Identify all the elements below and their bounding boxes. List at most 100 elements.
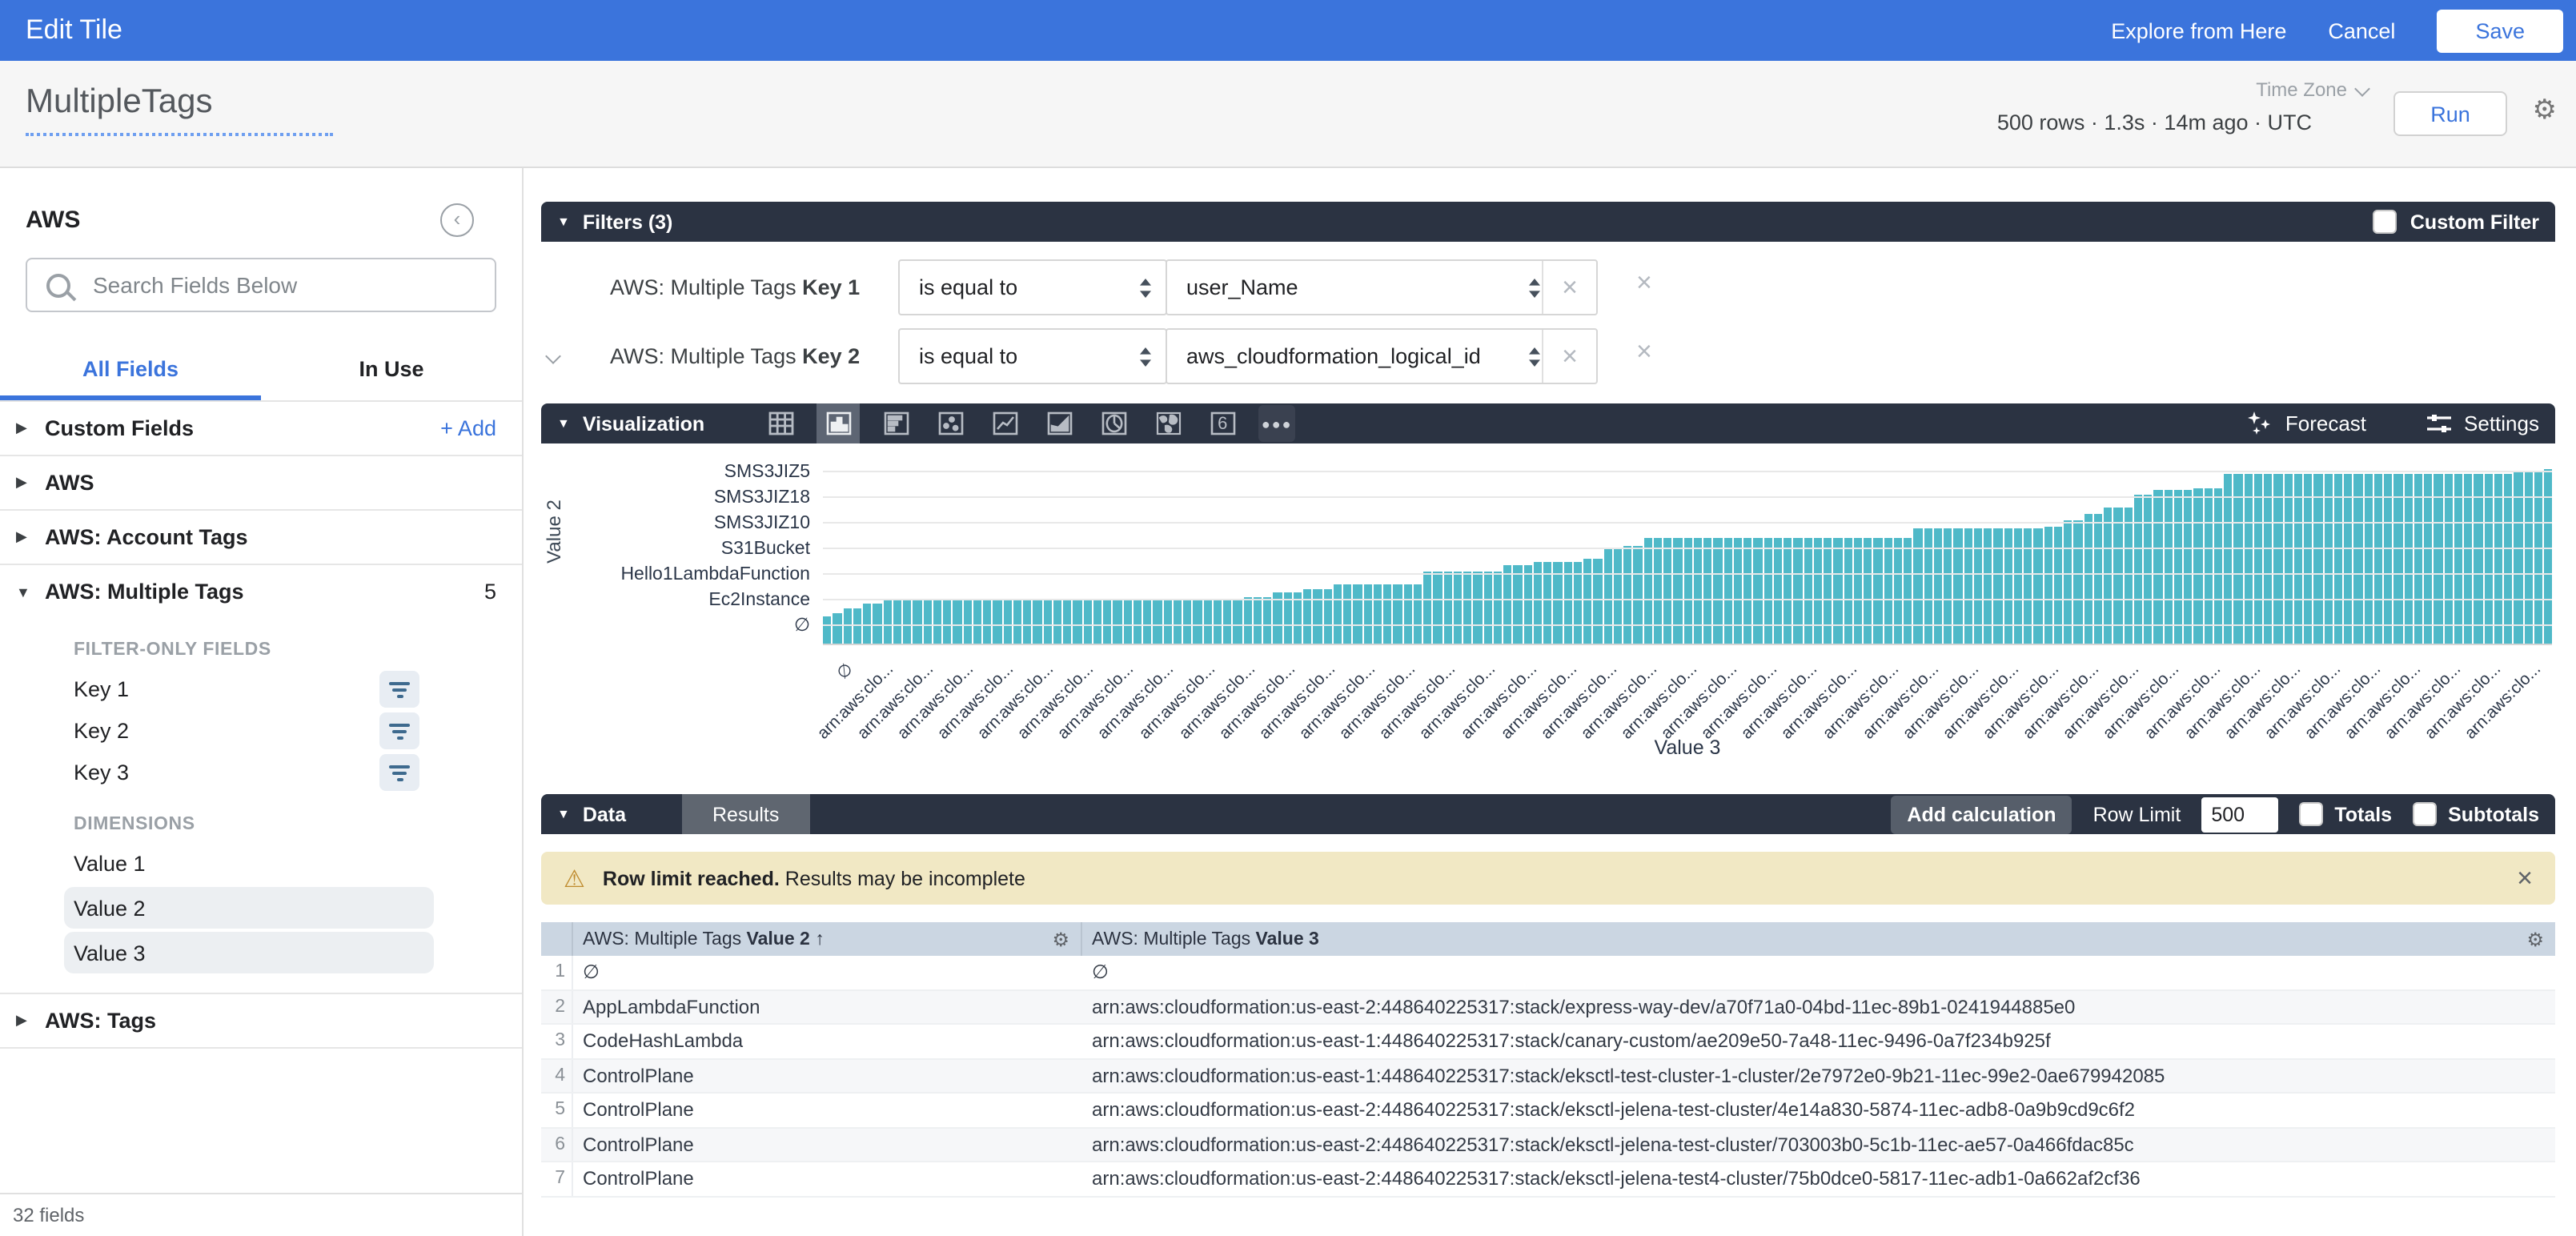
- bar[interactable]: [1463, 572, 1472, 644]
- clear-value-icon[interactable]: ×: [1542, 330, 1596, 383]
- bar[interactable]: [1334, 585, 1342, 644]
- bar[interactable]: [1674, 538, 1683, 644]
- bar[interactable]: [2354, 474, 2363, 644]
- bar[interactable]: [2534, 472, 2543, 644]
- bar[interactable]: [1483, 572, 1492, 644]
- bar[interactable]: [1723, 538, 1732, 644]
- bar[interactable]: [1694, 538, 1703, 644]
- bar[interactable]: [833, 613, 842, 644]
- pie-chart-icon[interactable]: [1095, 405, 1132, 442]
- bar[interactable]: [1013, 600, 1022, 644]
- bar[interactable]: [1033, 600, 1042, 644]
- bar[interactable]: [1474, 572, 1483, 644]
- bar[interactable]: [1924, 528, 1932, 644]
- filter-operator-select[interactable]: is equal to: [898, 328, 1167, 384]
- bar[interactable]: [1053, 600, 1062, 644]
- bar[interactable]: [2454, 474, 2463, 644]
- scatter-chart-icon[interactable]: [932, 405, 969, 442]
- bar[interactable]: [1834, 538, 1843, 644]
- bar[interactable]: [1874, 538, 1883, 644]
- bar[interactable]: [973, 600, 982, 644]
- bar[interactable]: [1583, 558, 1592, 644]
- bar[interactable]: [1934, 528, 1943, 644]
- bar[interactable]: [923, 600, 932, 644]
- bar[interactable]: [1263, 596, 1272, 644]
- forecast-button[interactable]: Forecast: [2249, 411, 2366, 435]
- bar[interactable]: [2474, 474, 2483, 644]
- bar[interactable]: [1063, 600, 1072, 644]
- more-chart-types-icon[interactable]: ●●●: [1258, 405, 1295, 442]
- bar[interactable]: [1343, 585, 1352, 644]
- bar[interactable]: [2374, 474, 2383, 644]
- bar[interactable]: [1403, 585, 1412, 644]
- bar[interactable]: [1954, 528, 1963, 644]
- bar[interactable]: [1754, 538, 1763, 644]
- field-value-3[interactable]: Value 3: [64, 932, 434, 973]
- bar-chart-icon[interactable]: [817, 403, 860, 443]
- sidebar-section-custom-fields[interactable]: ▶ Custom Fields + Add: [0, 402, 522, 456]
- bar[interactable]: [2384, 474, 2393, 644]
- bar[interactable]: [1784, 538, 1792, 644]
- filter-value-select[interactable]: aws_cloudformation_logical_id ×: [1166, 328, 1598, 384]
- column-gear-icon[interactable]: ⚙: [2526, 928, 2544, 950]
- bar[interactable]: [1914, 528, 1923, 644]
- data-header-bar[interactable]: ▼ Data Results Add calculation Row Limit…: [541, 794, 2555, 834]
- dismiss-warning-icon[interactable]: ×: [2517, 862, 2533, 894]
- bar[interactable]: [2024, 528, 2032, 644]
- bar[interactable]: [2434, 474, 2443, 644]
- bar[interactable]: [1174, 600, 1182, 644]
- bar[interactable]: [2034, 528, 2043, 644]
- bar[interactable]: [1514, 566, 1523, 644]
- bar[interactable]: [2144, 494, 2153, 644]
- bar[interactable]: [893, 600, 902, 644]
- filter-icon[interactable]: [379, 671, 419, 708]
- bar[interactable]: [1743, 538, 1752, 644]
- bar[interactable]: [2254, 474, 2263, 644]
- bar[interactable]: [1794, 538, 1803, 644]
- bar[interactable]: [1374, 585, 1382, 644]
- table-row[interactable]: 3 CodeHashLambda arn:aws:cloudformation:…: [541, 1025, 2555, 1059]
- bar[interactable]: [2314, 474, 2323, 644]
- bar[interactable]: [2264, 474, 2273, 644]
- bar[interactable]: [2014, 528, 2023, 644]
- bar[interactable]: [2104, 508, 2113, 644]
- bar[interactable]: [2004, 528, 2012, 644]
- bar[interactable]: [2324, 474, 2333, 644]
- bar[interactable]: [2194, 488, 2203, 644]
- bar[interactable]: [983, 600, 992, 644]
- field-key-2[interactable]: Key 2: [0, 711, 522, 751]
- bar[interactable]: [1073, 600, 1082, 644]
- timezone-dropdown[interactable]: Time Zone: [2256, 78, 2368, 101]
- bar[interactable]: [2164, 490, 2173, 644]
- bar[interactable]: [1614, 549, 1623, 644]
- bar[interactable]: [1844, 538, 1852, 644]
- bar[interactable]: [1383, 585, 1392, 644]
- bar[interactable]: [2344, 474, 2353, 644]
- bar[interactable]: [2334, 474, 2343, 644]
- bar[interactable]: [1314, 589, 1322, 644]
- bar[interactable]: [1214, 600, 1222, 644]
- bar[interactable]: [2394, 474, 2403, 644]
- remove-filter-icon[interactable]: ×: [1636, 338, 1652, 365]
- bar[interactable]: [1984, 528, 1992, 644]
- totals-checkbox[interactable]: [2299, 802, 2323, 826]
- bar[interactable]: [1023, 600, 1032, 644]
- run-button[interactable]: Run: [2393, 91, 2507, 136]
- filters-header-bar[interactable]: ▼ Filters (3) Custom Filter: [541, 202, 2555, 242]
- bar[interactable]: [1974, 528, 1983, 644]
- table-row[interactable]: 7 ControlPlane arn:aws:cloudformation:us…: [541, 1162, 2555, 1197]
- bar[interactable]: [2464, 474, 2473, 644]
- line-chart-icon[interactable]: [986, 405, 1023, 442]
- bar[interactable]: [2284, 474, 2293, 644]
- bar[interactable]: [1714, 538, 1723, 644]
- field-search[interactable]: [26, 258, 496, 312]
- bar[interactable]: [1183, 600, 1192, 644]
- save-button[interactable]: Save: [2437, 9, 2563, 52]
- bar[interactable]: [1683, 538, 1692, 644]
- chevron-down-icon[interactable]: [545, 348, 561, 364]
- bar[interactable]: [2304, 474, 2313, 644]
- bar[interactable]: [1763, 538, 1772, 644]
- bar[interactable]: [1804, 538, 1812, 644]
- bar[interactable]: [1994, 528, 2003, 644]
- filter-operator-select[interactable]: is equal to: [898, 259, 1167, 315]
